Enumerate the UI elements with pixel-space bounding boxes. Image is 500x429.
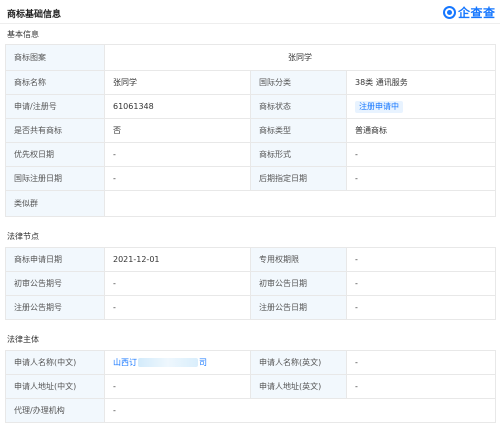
applicant-address-cn-value: - (104, 374, 251, 399)
applicant-name-en-label: 申请人名称(英文) (250, 350, 347, 375)
basic-info-table: 商标图案 张同学 商标名称 张同学 国际分类 38类 通讯服务 申请/注册号 6… (5, 44, 497, 217)
applicant-address-cn-label: 申请人地址(中文) (5, 374, 105, 399)
trademark-name-value: 张同学 (104, 70, 251, 95)
section-title-legal: 法律节点 (7, 232, 39, 241)
brand-logo[interactable]: 企查查 (443, 4, 496, 20)
intl-class-label: 国际分类 (250, 70, 347, 95)
table-row: 商标名称 张同学 国际分类 38类 通讯服务 (5, 70, 497, 95)
reg-number-label: 申请/注册号 (5, 94, 105, 119)
agent-value: - (104, 398, 496, 423)
table-row: 申请/注册号 61061348 商标状态 注册申请中 (5, 94, 497, 119)
table-row: 类似群 (5, 190, 497, 217)
logo-text: 企查查 (458, 5, 496, 20)
trademark-form-value: - (345, 142, 497, 167)
prelim-pub-no-label: 初审公告期号 (5, 271, 105, 296)
trademark-type-value: 普通商标 (345, 118, 497, 143)
prelim-pub-date-value: - (346, 271, 496, 296)
table-row: 商标申请日期 2021-12-01 专用权期限 - (5, 247, 496, 272)
redaction-mask (138, 358, 198, 367)
section-title-subject: 法律主体 (7, 335, 39, 344)
applicant-link-suffix[interactable]: 司 (199, 358, 207, 367)
apply-date-label: 商标申请日期 (5, 247, 105, 272)
applicant-address-en-value: - (346, 374, 496, 399)
table-row: 申请人地址(中文) - 申请人地址(英文) - (5, 374, 496, 399)
exclusive-right-term-value: - (346, 247, 496, 272)
agent-label: 代理/办理机构 (5, 398, 105, 423)
shared-trademark-label: 是否共有商标 (5, 118, 105, 143)
prelim-pub-date-label: 初审公告日期 (250, 271, 347, 296)
table-row: 代理/办理机构 - (5, 398, 496, 423)
intl-class-value: 38类 通讯服务 (345, 70, 497, 95)
trademark-status-label: 商标状态 (250, 94, 347, 119)
trademark-status-cell: 注册申请中 (345, 94, 497, 119)
reg-pub-date-value: - (346, 295, 496, 320)
late-designation-date-value: - (345, 166, 497, 191)
intl-reg-date-value: - (104, 166, 251, 191)
table-row: 初审公告期号 - 初审公告日期 - (5, 271, 496, 296)
trademark-name-label: 商标名称 (5, 70, 105, 95)
applicant-name-en-value: - (346, 350, 496, 375)
priority-date-label: 优先权日期 (5, 142, 105, 167)
applicant-link-prefix[interactable]: 山西订 (113, 358, 137, 367)
applicant-address-en-label: 申请人地址(英文) (250, 374, 347, 399)
table-row: 国际注册日期 - 后期指定日期 - (5, 166, 497, 191)
table-row: 申请人名称(中文) 山西订 司 申请人名称(英文) - (5, 350, 496, 375)
apply-date-value: 2021-12-01 (104, 247, 251, 272)
exclusive-right-term-label: 专用权期限 (250, 247, 347, 272)
legal-nodes-table: 商标申请日期 2021-12-01 专用权期限 - 初审公告期号 - 初审公告日… (5, 247, 496, 320)
table-row: 商标图案 张同学 (5, 44, 497, 71)
reg-pub-no-value: - (104, 295, 251, 320)
table-row: 是否共有商标 否 商标类型 普通商标 (5, 118, 497, 143)
page-title: 商标基础信息 (7, 10, 62, 20)
trademark-image-value: 张同学 (103, 44, 497, 71)
intl-reg-date-label: 国际注册日期 (5, 166, 105, 191)
shared-trademark-value: 否 (104, 118, 251, 143)
qichacha-logo-icon (443, 5, 456, 19)
header-divider (0, 23, 500, 24)
table-row: 优先权日期 - 商标形式 - (5, 142, 497, 167)
trademark-image-label: 商标图案 (5, 44, 105, 71)
reg-number-value: 61061348 (104, 94, 251, 119)
late-designation-date-label: 后期指定日期 (250, 166, 347, 191)
reg-pub-date-label: 注册公告日期 (250, 295, 347, 320)
table-row: 注册公告期号 - 注册公告日期 - (5, 295, 496, 320)
similar-group-label: 类似群 (5, 190, 105, 217)
priority-date-value: - (104, 142, 251, 167)
section-title-basic: 基本信息 (7, 30, 39, 39)
reg-pub-no-label: 注册公告期号 (5, 295, 105, 320)
similar-group-value (103, 190, 497, 217)
applicant-name-cn-label: 申请人名称(中文) (5, 350, 105, 375)
applicant-name-cn-value[interactable]: 山西订 司 (104, 350, 251, 375)
trademark-type-label: 商标类型 (250, 118, 347, 143)
status-badge: 注册申请中 (355, 100, 403, 113)
prelim-pub-no-value: - (104, 271, 251, 296)
trademark-form-label: 商标形式 (250, 142, 347, 167)
legal-subject-table: 申请人名称(中文) 山西订 司 申请人名称(英文) - 申请人地址(中文) - 申… (5, 350, 496, 423)
